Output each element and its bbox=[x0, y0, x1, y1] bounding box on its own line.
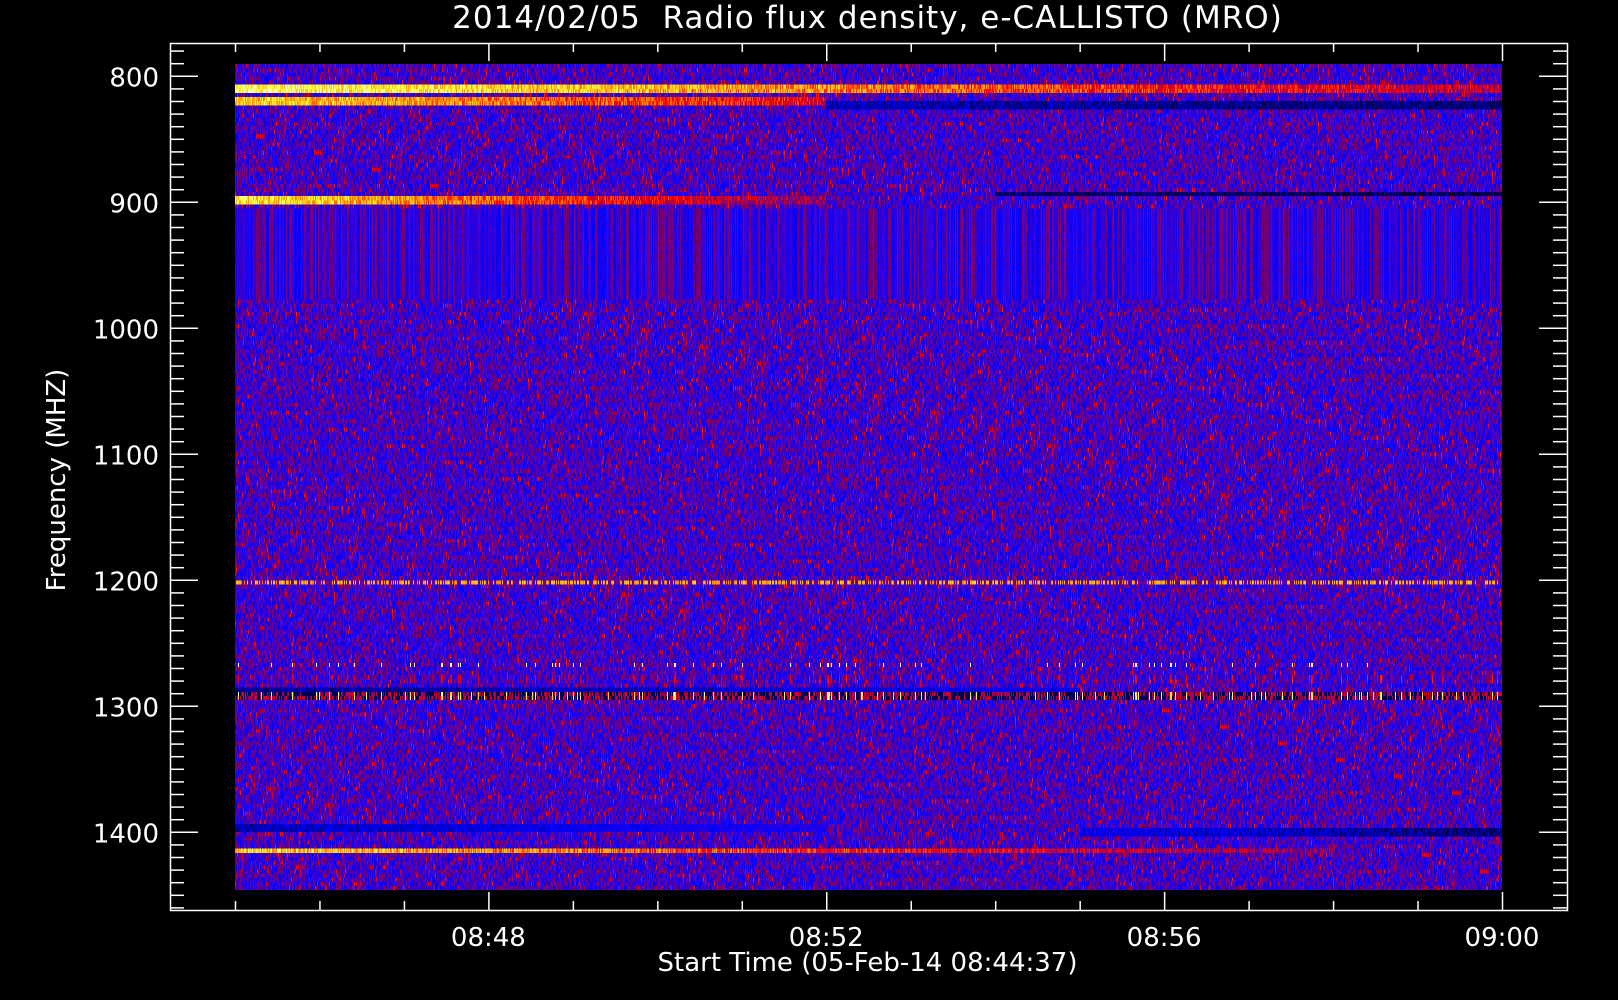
chart-axes: 08:48 08:52 08:56 09:0080090010001100120013… bbox=[93, 42, 1569, 953]
y-tick-label: 900 bbox=[109, 189, 159, 219]
y-tick-label: 1000 bbox=[93, 315, 159, 345]
axis-ticks bbox=[170, 43, 1567, 910]
plot-frame bbox=[169, 42, 1569, 912]
y-tick-label: 1300 bbox=[93, 693, 159, 723]
y-tick-label: 800 bbox=[109, 63, 159, 93]
y-axis-label: Frequency (MHZ) bbox=[42, 368, 72, 592]
x-axis-label: Start Time (05-Feb-14 08:44:37) bbox=[657, 948, 1078, 978]
y-tick-label: 1200 bbox=[93, 567, 159, 597]
y-tick-label: 1100 bbox=[93, 441, 159, 471]
y-tick-label: 1400 bbox=[93, 819, 159, 849]
axis-tick-labels: 08:48 08:52 08:56 09:0080090010001100120013… bbox=[93, 63, 1540, 953]
